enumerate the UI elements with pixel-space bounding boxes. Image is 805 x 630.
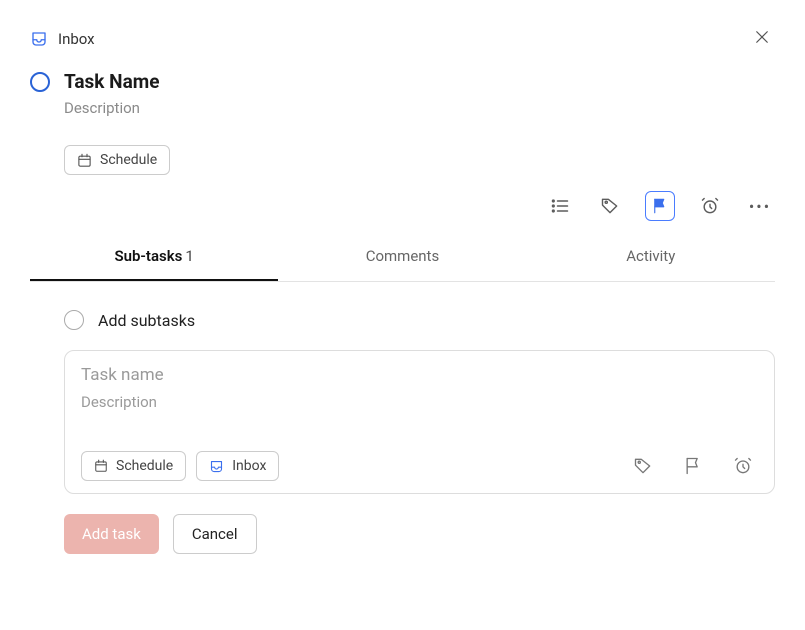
inbox-icon [30, 30, 48, 48]
subtask-item[interactable]: Add subtasks [64, 310, 775, 330]
editor-reminder-icon[interactable] [728, 451, 758, 481]
add-task-button[interactable]: Add task [64, 514, 159, 554]
close-button[interactable] [749, 24, 775, 54]
inbox-icon [209, 459, 224, 474]
flag-icon[interactable] [645, 191, 675, 221]
subtask-checkbox[interactable] [64, 310, 84, 330]
tabs: Sub-tasks1 Comments Activity [30, 233, 775, 282]
task-description[interactable]: Description [64, 99, 775, 117]
more-options-button[interactable]: ••• [745, 191, 775, 221]
list-icon[interactable] [545, 191, 575, 221]
editor-schedule-button[interactable]: Schedule [81, 451, 186, 481]
task-checkbox[interactable] [30, 72, 50, 92]
calendar-icon [77, 153, 92, 168]
reminder-icon[interactable] [695, 191, 725, 221]
cancel-button[interactable]: Cancel [173, 514, 257, 554]
tab-activity[interactable]: Activity [527, 233, 775, 281]
breadcrumb-project: Inbox [58, 30, 95, 48]
tab-comments[interactable]: Comments [278, 233, 526, 281]
subtask-desc-input[interactable]: Description [81, 393, 758, 411]
tab-subtasks-label: Sub-tasks [114, 247, 182, 265]
subtask-name-input[interactable]: Task name [81, 365, 758, 385]
editor-project-button[interactable]: Inbox [196, 451, 279, 481]
tab-subtasks-count: 1 [185, 247, 193, 265]
tab-subtasks[interactable]: Sub-tasks1 [30, 233, 278, 281]
schedule-button[interactable]: Schedule [64, 145, 170, 175]
subtask-editor: Task name Description Schedule Inbox [64, 350, 775, 494]
editor-project-label: Inbox [232, 458, 266, 474]
task-title[interactable]: Task Name [64, 70, 775, 93]
schedule-label: Schedule [100, 152, 157, 168]
breadcrumb[interactable]: Inbox [30, 30, 95, 48]
calendar-icon [94, 459, 108, 473]
editor-flag-icon[interactable] [678, 451, 708, 481]
more-icon: ••• [749, 197, 771, 216]
editor-schedule-label: Schedule [116, 458, 173, 474]
tag-icon[interactable] [595, 191, 625, 221]
subtask-label: Add subtasks [98, 311, 195, 330]
editor-tag-icon[interactable] [628, 451, 658, 481]
